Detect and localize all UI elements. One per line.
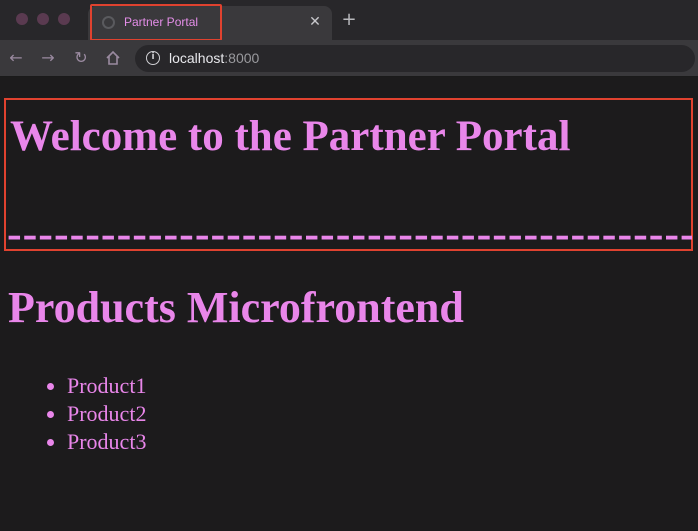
bullet-icon [47, 383, 54, 390]
portal-header-box: Welcome to the Partner Portal ----------… [4, 98, 693, 251]
page-content: Welcome to the Partner Portal ----------… [0, 77, 698, 531]
maximize-window-dot[interactable] [58, 13, 70, 25]
url-text: localhost:8000 [169, 50, 259, 66]
reload-icon[interactable]: ↻ [70, 47, 92, 69]
bullet-icon [47, 439, 54, 446]
product-list: Product1 Product2 Product3 [47, 372, 146, 456]
url-port: :8000 [224, 50, 260, 66]
close-window-dot[interactable] [16, 13, 28, 25]
microfrontend-title: Products Microfrontend [8, 283, 464, 332]
product-label: Product2 [67, 401, 147, 426]
product-label: Product3 [67, 429, 147, 454]
home-icon[interactable] [102, 47, 124, 69]
page-title: Welcome to the Partner Portal [10, 113, 571, 160]
bullet-icon [47, 411, 54, 418]
address-bar[interactable]: i localhost:8000 [135, 45, 695, 72]
close-tab-icon[interactable]: ✕ [304, 11, 326, 33]
new-tab-button[interactable]: + [338, 9, 360, 31]
minimize-window-dot[interactable] [37, 13, 49, 25]
list-item: Product3 [47, 428, 146, 456]
browser-toolbar: ← → ↻ i localhost:8000 [0, 40, 698, 77]
tab-highlight-box [90, 4, 222, 41]
tab-bar: Partner Portal ✕ + [0, 0, 698, 41]
list-item: Product2 [47, 400, 146, 428]
product-label: Product1 [67, 373, 147, 398]
info-icon[interactable]: i [146, 51, 160, 65]
header-dashed-rule: ----------------------------------------… [7, 209, 692, 248]
back-arrow-icon[interactable]: ← [5, 47, 27, 69]
list-item: Product1 [47, 372, 146, 400]
forward-arrow-icon[interactable]: → [37, 47, 59, 69]
url-host: localhost [169, 50, 225, 66]
